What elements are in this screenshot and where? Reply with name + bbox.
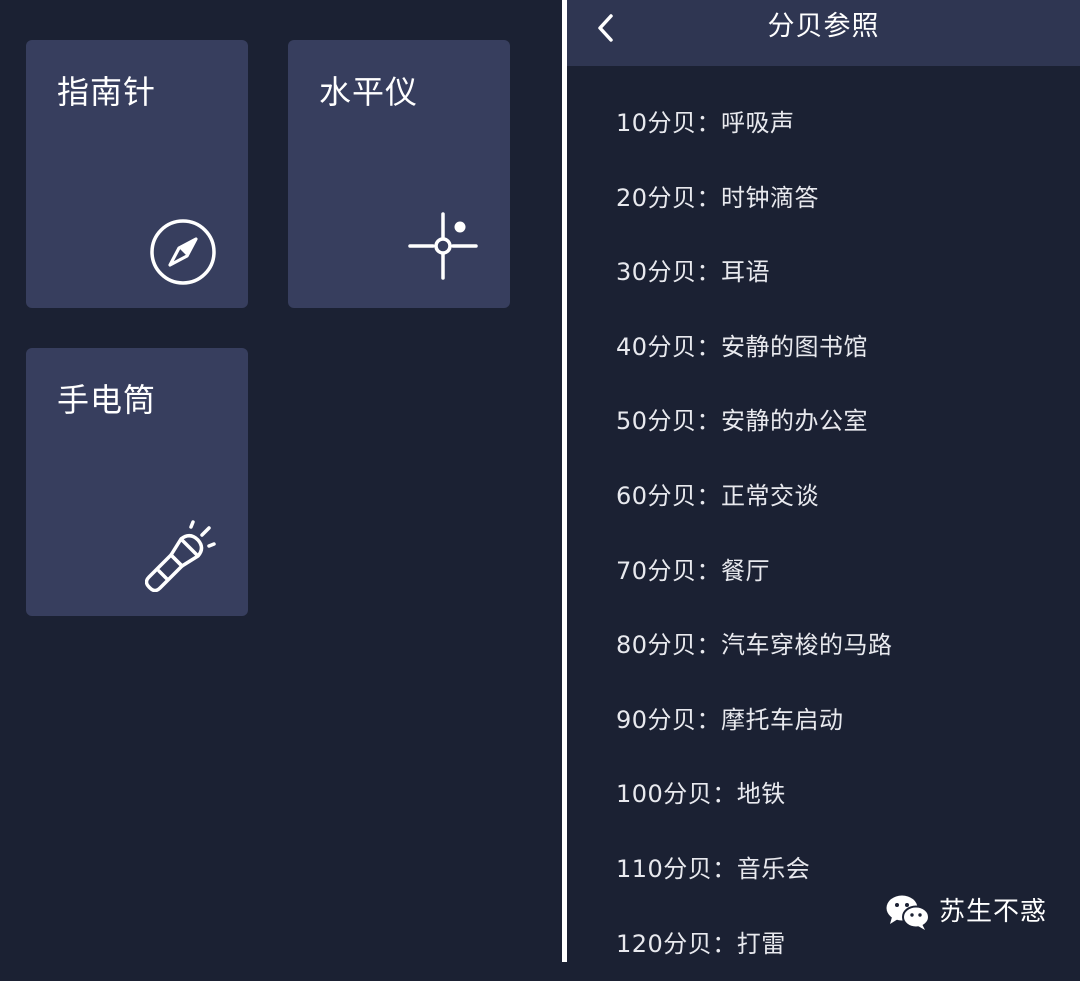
watermark-text: 苏生不惑 (939, 897, 1048, 927)
flashlight-tile[interactable]: 手电筒 (26, 348, 248, 616)
level-crosshair-icon (408, 212, 478, 280)
list-item: 80分贝：汽车穿梭的马路 (616, 631, 893, 660)
list-item: 10分贝：呼吸声 (616, 109, 795, 137)
decibel-reference-list: 10分贝：呼吸声 20分贝：时钟滴答 30分贝：耳语 40分贝：安静的图书馆 5… (567, 86, 1080, 981)
flashlight-icon (145, 520, 216, 592)
wechat-logo-icon (886, 895, 930, 930)
level-tile[interactable]: 水平仪 (288, 40, 510, 308)
decibel-reference-panel: 分贝参照 10分贝：呼吸声 20分贝：时钟滴答 30分贝：耳语 40分贝：安静的… (567, 0, 1080, 962)
list-item: 90分贝：摩托车启动 (616, 705, 844, 734)
watermark: 苏生不惑 (885, 892, 1047, 932)
list-item: 20分贝：时钟滴答 (616, 183, 820, 212)
level-tile-label: 水平仪 (319, 73, 419, 111)
list-item: 70分贝：餐厅 (616, 556, 771, 585)
compass-tile[interactable]: 指南针 (26, 40, 248, 308)
flashlight-tile-label: 手电筒 (57, 381, 157, 419)
list-item: 50分贝：安静的办公室 (616, 407, 869, 436)
tools-panel: 指南针 水平仪 手电筒 (0, 0, 562, 962)
header-bar: 分贝参照 (567, 0, 1080, 66)
list-item: 40分贝：安静的图书馆 (616, 332, 869, 361)
list-item: 100分贝：地铁 (616, 780, 786, 809)
compass-icon (150, 219, 216, 285)
list-item: 30分贝：耳语 (616, 258, 771, 287)
list-item: 60分贝：正常交谈 (616, 481, 820, 510)
page-title: 分贝参照 (767, 11, 880, 42)
compass-tile-label: 指南针 (57, 73, 157, 111)
